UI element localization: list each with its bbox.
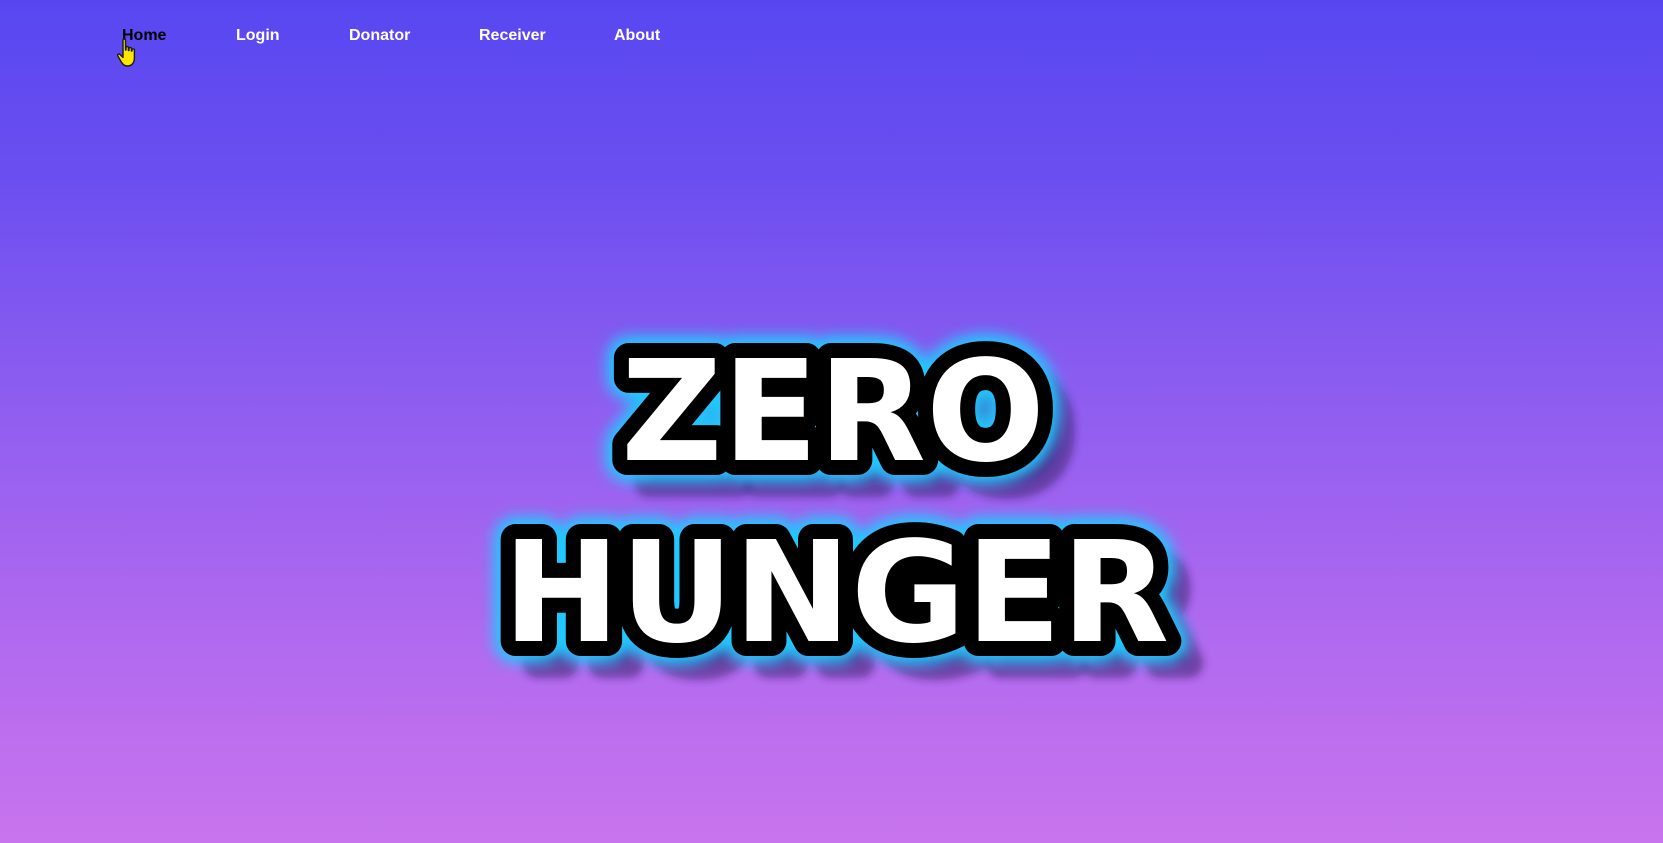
hero-line2: HUNGER bbox=[503, 512, 1169, 675]
hero-title-graphic: ZERO ZERO ZERO ZERO HUNGER HUNGER HUNGER… bbox=[481, 309, 1206, 712]
hero-line1: ZERO bbox=[621, 331, 1045, 494]
hero-section: ZERO ZERO ZERO ZERO HUNGER HUNGER HUNGER… bbox=[0, 0, 1663, 843]
hand-pointer-cursor-icon bbox=[116, 38, 136, 67]
